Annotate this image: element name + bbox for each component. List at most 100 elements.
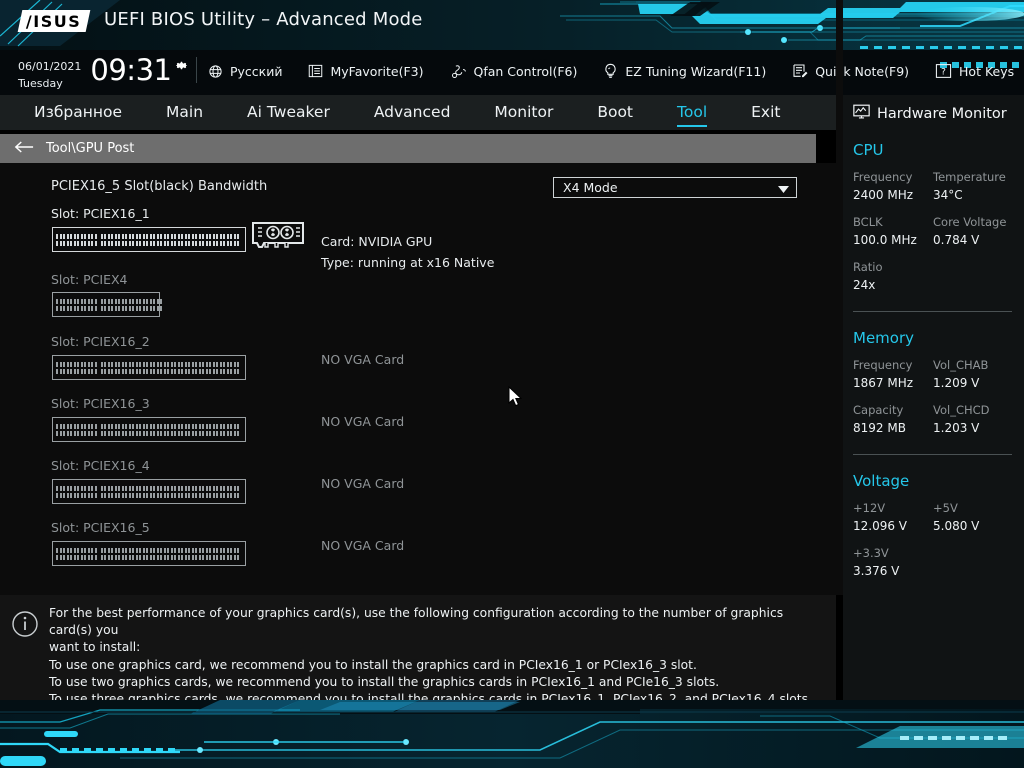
pcie-slot-graphic bbox=[52, 479, 246, 504]
pcie-segment-long bbox=[101, 234, 240, 246]
pcie-x16-connector bbox=[52, 417, 246, 442]
tab-favorites[interactable]: Избранное bbox=[34, 103, 122, 123]
help-text: For the best performance of your graphic… bbox=[49, 605, 827, 708]
content-scrollbar[interactable] bbox=[836, 0, 843, 432]
hw-value: 0.784 V bbox=[933, 232, 1013, 249]
slot-card-name: NO VGA Card bbox=[321, 352, 404, 367]
asus-logo: /ISUS bbox=[18, 10, 91, 32]
tab-tool[interactable]: Tool bbox=[677, 103, 707, 123]
pcie-x16-connector bbox=[52, 479, 246, 504]
bios-screen: /ISUS UEFI BIOS Utility – Advanced Mode … bbox=[0, 0, 1024, 768]
hw-key: Ratio bbox=[853, 260, 933, 275]
question-key-icon: ? bbox=[935, 63, 952, 79]
hardware-monitor-panel: Hardware Monitor CPU Frequency 2400 MHz … bbox=[843, 95, 1024, 700]
hw-value: 24x bbox=[853, 277, 933, 294]
help-line-3: To use one graphics card, we recommend y… bbox=[49, 657, 827, 674]
myfavorite-label: MyFavorite(F3) bbox=[330, 64, 423, 79]
pcie-segment-short bbox=[56, 424, 97, 436]
myfavorite-button[interactable]: MyFavorite(F3) bbox=[308, 58, 423, 84]
hw-cell: +12V 12.096 V bbox=[853, 501, 933, 535]
help-line-1: For the best performance of your graphic… bbox=[49, 605, 827, 639]
tab-monitor[interactable]: Monitor bbox=[494, 103, 553, 123]
hw-row: Capacity 8192 MB Vol_CHCD 1.203 V bbox=[853, 403, 1024, 437]
pcie-slot-graphic bbox=[52, 417, 246, 442]
slot-label: Slot: PCIEX16_2 bbox=[51, 334, 150, 349]
hardware-monitor-title: Hardware Monitor bbox=[853, 104, 1024, 124]
hw-value: 1.209 V bbox=[933, 375, 1013, 392]
slot-card-type: Type: running at x16 Native bbox=[321, 255, 494, 270]
tab-advanced[interactable]: Advanced bbox=[374, 103, 451, 123]
hw-key: +3.3V bbox=[853, 546, 933, 561]
back-arrow-icon[interactable] bbox=[14, 139, 34, 158]
qfan-control-label: Qfan Control(F6) bbox=[474, 64, 578, 79]
pcie-segment-long bbox=[101, 486, 240, 498]
clock-value: 09:31 bbox=[90, 56, 171, 85]
slot-card-name: NO VGA Card bbox=[321, 476, 404, 491]
breadcrumb[interactable]: Tool\GPU Post bbox=[0, 134, 816, 163]
pcie-segment-long bbox=[101, 362, 240, 374]
pcie-segment-short bbox=[56, 548, 97, 560]
hw-section-cpu: CPU bbox=[853, 141, 1024, 159]
pcie-segment-short bbox=[56, 486, 97, 498]
pcie-x16-connector bbox=[52, 541, 246, 566]
quick-note-button[interactable]: Quick Note(F9) bbox=[792, 58, 909, 84]
hw-value: 100.0 MHz bbox=[853, 232, 933, 249]
tab-exit[interactable]: Exit bbox=[751, 103, 780, 123]
hw-key: Capacity bbox=[853, 403, 933, 418]
slot-label: Slot: PCIEX4 bbox=[51, 272, 128, 287]
hw-key: BCLK bbox=[853, 215, 933, 230]
pcie-x4-connector bbox=[52, 292, 160, 317]
pcie-slot-graphic bbox=[52, 227, 246, 252]
header-divider bbox=[196, 57, 197, 83]
slot-card-name: NO VGA Card bbox=[321, 538, 404, 553]
slot-label: Slot: PCIEX16_3 bbox=[51, 396, 150, 411]
tab-boot[interactable]: Boot bbox=[597, 103, 633, 123]
pcie-segment-short bbox=[56, 362, 97, 374]
hw-cell: Ratio 24x bbox=[853, 260, 933, 294]
quick-note-label: Quick Note(F9) bbox=[815, 64, 909, 79]
title-bar: /ISUS UEFI BIOS Utility – Advanced Mode bbox=[0, 0, 1024, 46]
bandwidth-dropdown[interactable]: X4 Mode bbox=[553, 177, 797, 198]
ez-tuning-wizard-label: EZ Tuning Wizard(F11) bbox=[625, 64, 766, 79]
hw-value: 34°C bbox=[933, 187, 1013, 204]
chevron-down-icon[interactable] bbox=[778, 178, 789, 197]
date-block: 06/01/2021 Tuesday bbox=[18, 56, 81, 90]
language-button[interactable]: Русский bbox=[208, 58, 282, 84]
bandwidth-dropdown-value: X4 Mode bbox=[563, 180, 618, 195]
hw-cell: +3.3V 3.376 V bbox=[853, 546, 933, 580]
bandwidth-label: PCIEX16_5 Slot(black) Bandwidth bbox=[51, 179, 267, 194]
status-bar: Last Modified EzMode(F7)| Version 2.17.1… bbox=[0, 700, 1024, 768]
hw-key: Vol_CHCD bbox=[933, 403, 1013, 418]
hardware-monitor-label: Hardware Monitor bbox=[877, 106, 1007, 122]
monitor-icon bbox=[853, 104, 870, 124]
hw-row: +12V 12.096 V +5V 5.080 V bbox=[853, 501, 1024, 535]
footer-decoration bbox=[0, 700, 1024, 768]
hw-value: 2400 MHz bbox=[853, 187, 933, 204]
hw-value: 1867 MHz bbox=[853, 375, 933, 392]
gear-icon[interactable] bbox=[174, 58, 189, 77]
hw-key: Temperature bbox=[933, 170, 1013, 185]
hw-value: 5.080 V bbox=[933, 518, 1013, 535]
qfan-control-button[interactable]: Qfan Control(F6) bbox=[450, 58, 578, 84]
fan-icon bbox=[450, 64, 467, 79]
pcie-slot-graphic bbox=[52, 541, 246, 566]
list-icon bbox=[308, 64, 323, 78]
help-panel: For the best performance of your graphic… bbox=[0, 595, 836, 700]
hw-section-voltage: Voltage bbox=[853, 472, 1024, 490]
hot-keys-button[interactable]: ? Hot Keys bbox=[935, 58, 1014, 84]
hw-row: Frequency 2400 MHz Temperature 34°C bbox=[853, 170, 1024, 204]
hw-key: +12V bbox=[853, 501, 933, 516]
hw-divider bbox=[853, 311, 1012, 312]
hw-divider bbox=[853, 454, 1012, 455]
info-icon bbox=[12, 611, 38, 641]
hw-cell: Temperature 34°C bbox=[933, 170, 1013, 204]
tab-ai-tweaker[interactable]: Ai Tweaker bbox=[247, 103, 330, 123]
hw-cell: Core Voltage 0.784 V bbox=[933, 215, 1013, 249]
pcie-slot-graphic bbox=[52, 355, 246, 380]
pcie-x16-connector bbox=[52, 227, 246, 252]
tab-main[interactable]: Main bbox=[166, 103, 203, 123]
slot-card-name: NO VGA Card bbox=[321, 414, 404, 429]
ez-tuning-wizard-button[interactable]: EZ Tuning Wizard(F11) bbox=[603, 58, 766, 84]
pcie-segment-long bbox=[101, 424, 240, 436]
hw-cell: +5V 5.080 V bbox=[933, 501, 1013, 535]
